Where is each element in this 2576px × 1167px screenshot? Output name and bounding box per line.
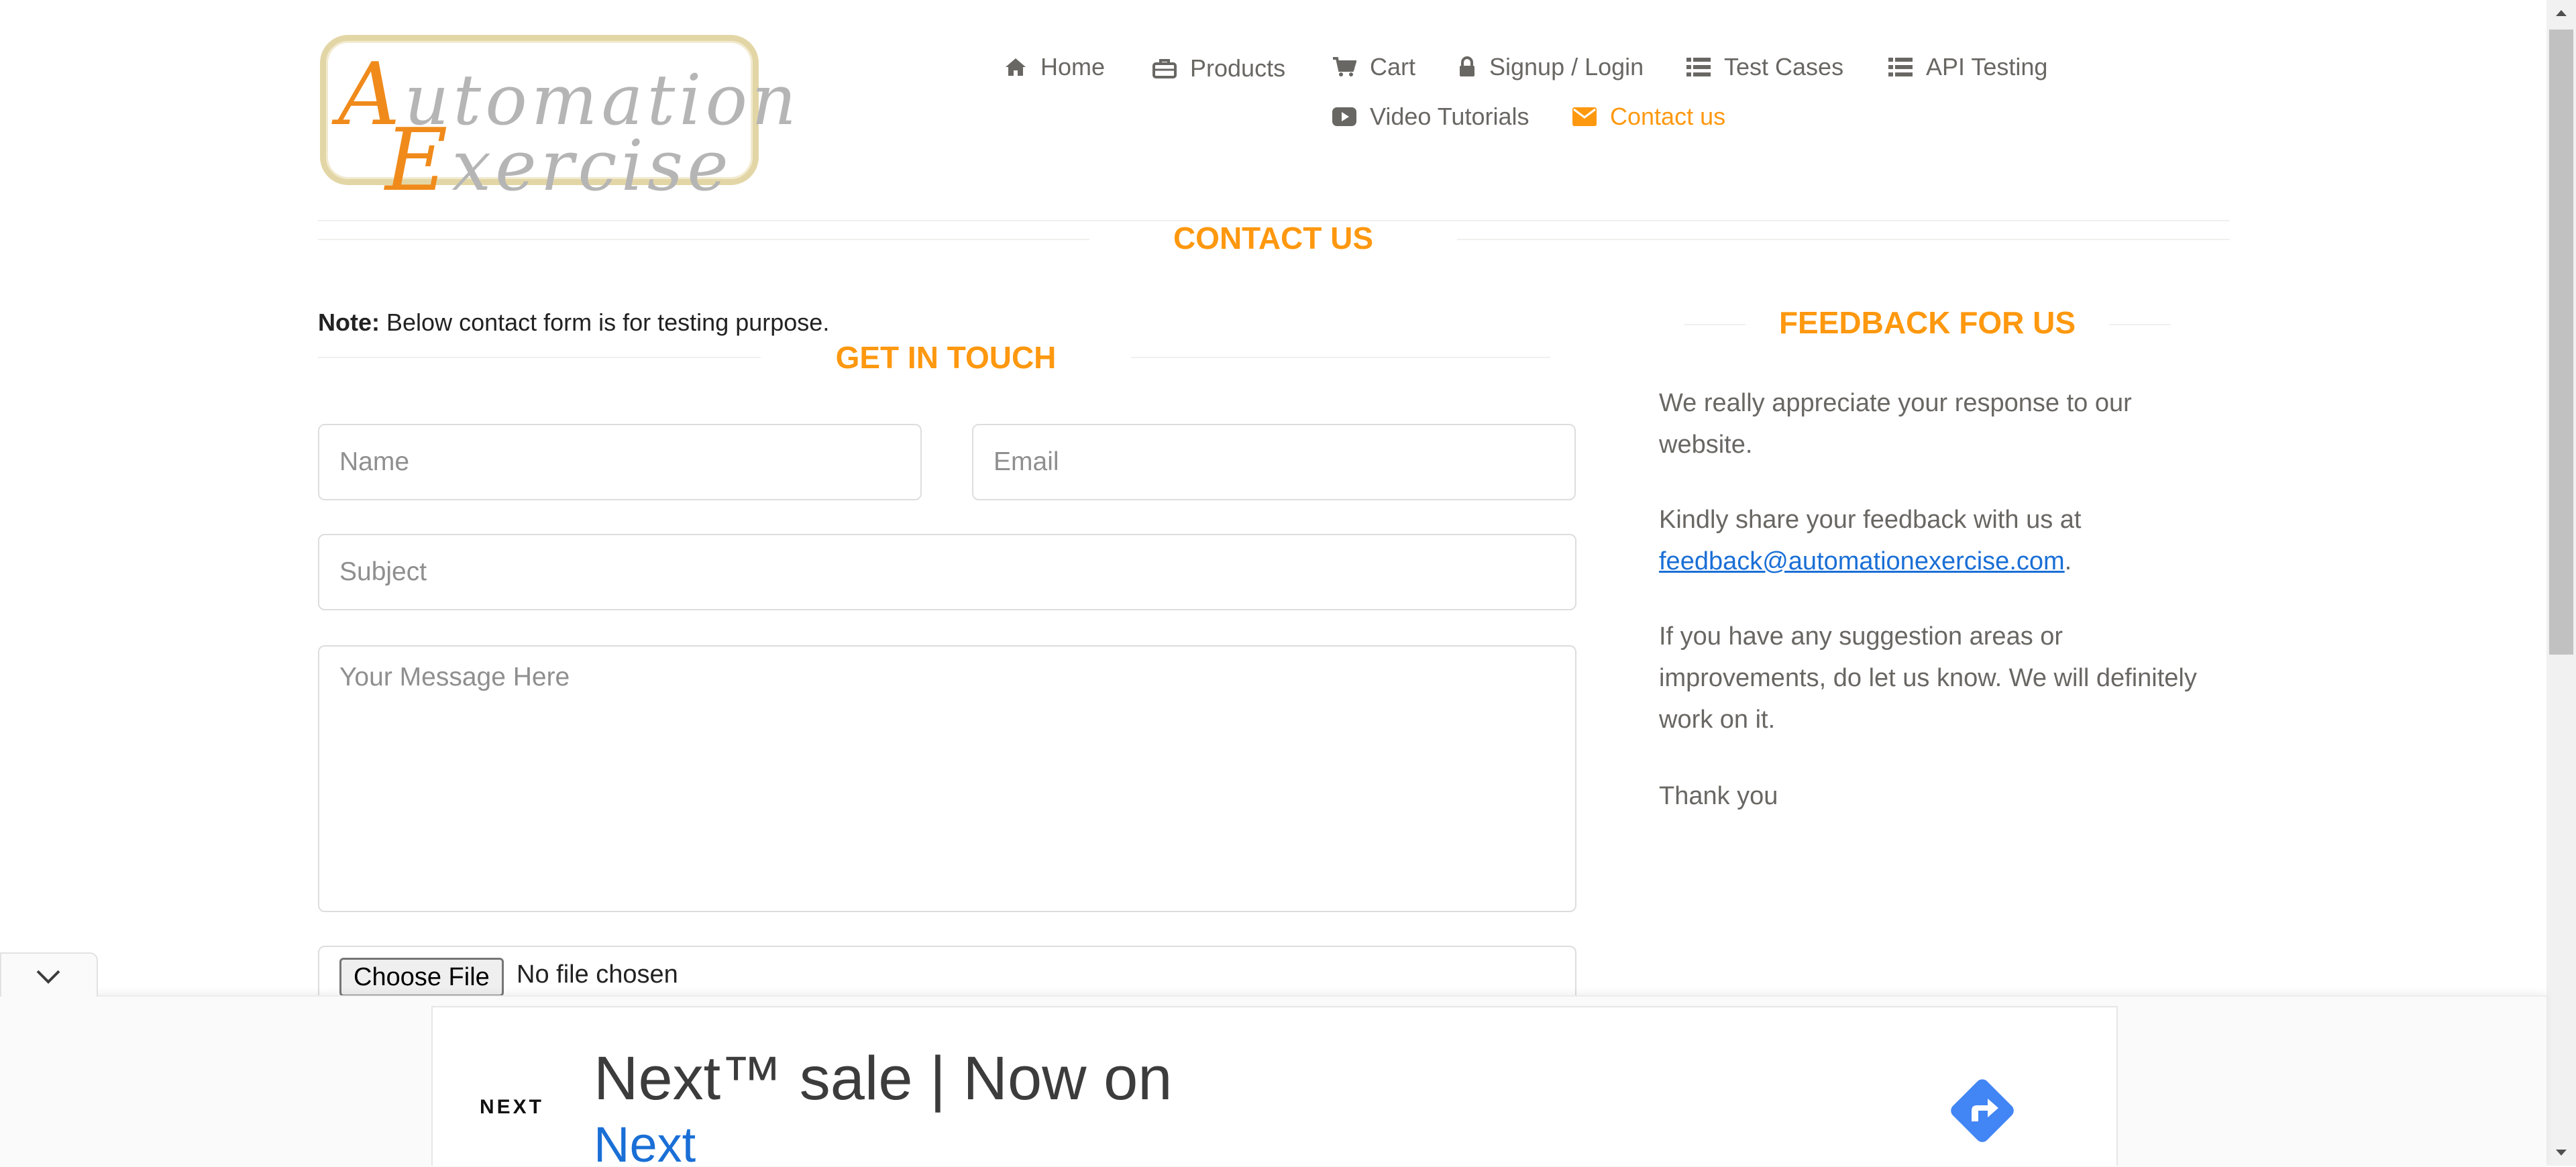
feedback-rule-right [2109,324,2171,325]
nav-test-cases-label: Test Cases [1724,53,1844,80]
title-rule-right [1457,239,2230,240]
feedback-email-link[interactable]: feedback@automationexercise.com [1659,547,2065,575]
nav-contact-us-label: Contact us [1610,103,1726,130]
file-status-text: No file chosen [517,960,678,989]
logo-text-line2: xercise [451,125,733,207]
ad-headline[interactable]: Next™ sale | Now on [594,1044,1172,1114]
nav-signup-login[interactable]: Signup / Login [1458,51,1644,83]
feedback-rule-left [1684,324,1746,325]
nav-products[interactable]: Products [1152,52,1285,85]
touch-rule-right [1131,357,1550,358]
feedback-title: FEEDBACK FOR US [1778,305,2076,340]
nav-cart-label: Cart [1370,53,1416,80]
nav-api-testing-label: API Testing [1926,53,2048,80]
nav-products-label: Products [1190,54,1286,82]
logo-letter-e: E [385,111,452,211]
scroll-down-arrow-icon[interactable] [2555,1148,2568,1158]
home-icon [1006,58,1026,76]
youtube-play-icon [1332,107,1356,126]
nav-signup-login-label: Signup / Login [1489,53,1644,80]
ad-collapse-toggle[interactable] [0,952,98,997]
note-body: Below contact form is for testing purpos… [386,309,830,336]
note-label: Note: [318,309,380,336]
get-in-touch-title: GET IN TOUCH [835,340,1057,375]
lock-icon [1460,56,1474,76]
nav-video-tutorials-label: Video Tutorials [1370,103,1529,130]
name-input[interactable] [318,424,922,500]
choose-file-button[interactable]: Choose File [339,958,504,997]
message-textarea[interactable] [318,645,1576,912]
title-rule-left [318,239,1089,240]
nav-api-testing[interactable]: API Testing [1888,51,2047,83]
nav-cart[interactable]: Cart [1332,51,1415,83]
nav-video-tutorials[interactable]: Video Tutorials [1332,101,1529,133]
chevron-down-icon [36,970,60,984]
ad-card[interactable]: NEXT Next™ sale | Now on Next [431,1006,2118,1166]
note-text: Note: Below contact form is for testing … [318,309,829,337]
file-upload: Choose File No file chosen [318,946,1576,999]
site-logo[interactable]: Automation Exercise [320,35,796,211]
nav-home[interactable]: Home [1004,51,1105,83]
feedback-paragraph-1: We really appreciate your response to ou… [1659,389,2132,459]
feedback-paragraph-3: If you have any suggestion areas or impr… [1659,622,2197,734]
feedback-paragraph-4: Thank you [1659,782,1778,810]
ad-subline[interactable]: Next [594,1116,696,1166]
ad-directions-icon[interactable] [1941,1069,2024,1152]
nav-home-label: Home [1040,53,1106,80]
cart-icon [1333,57,1356,76]
feedback-p2-text: Kindly share your feedback with us at [1659,506,2082,534]
email-input[interactable] [972,424,1576,500]
page-title: CONTACT US [1173,221,1374,256]
briefcase-icon [1152,59,1177,78]
scroll-up-arrow-icon[interactable] [2555,8,2568,17]
feedback-paragraph-2: Kindly share your feedback with us at fe… [1659,499,2209,582]
nav-contact-us[interactable]: Contact us [1572,101,1725,133]
list-icon [1888,58,1913,76]
list-icon [1686,58,1711,76]
touch-rule-left [318,357,761,358]
scrollbar-thumb[interactable] [2549,30,2573,655]
nav-test-cases[interactable]: Test Cases [1686,51,1843,83]
ad-brand-logo: NEXT [480,1096,545,1118]
subject-input[interactable] [318,534,1576,610]
feedback-p2-period: . [2064,547,2072,575]
envelope-icon [1572,107,1597,126]
